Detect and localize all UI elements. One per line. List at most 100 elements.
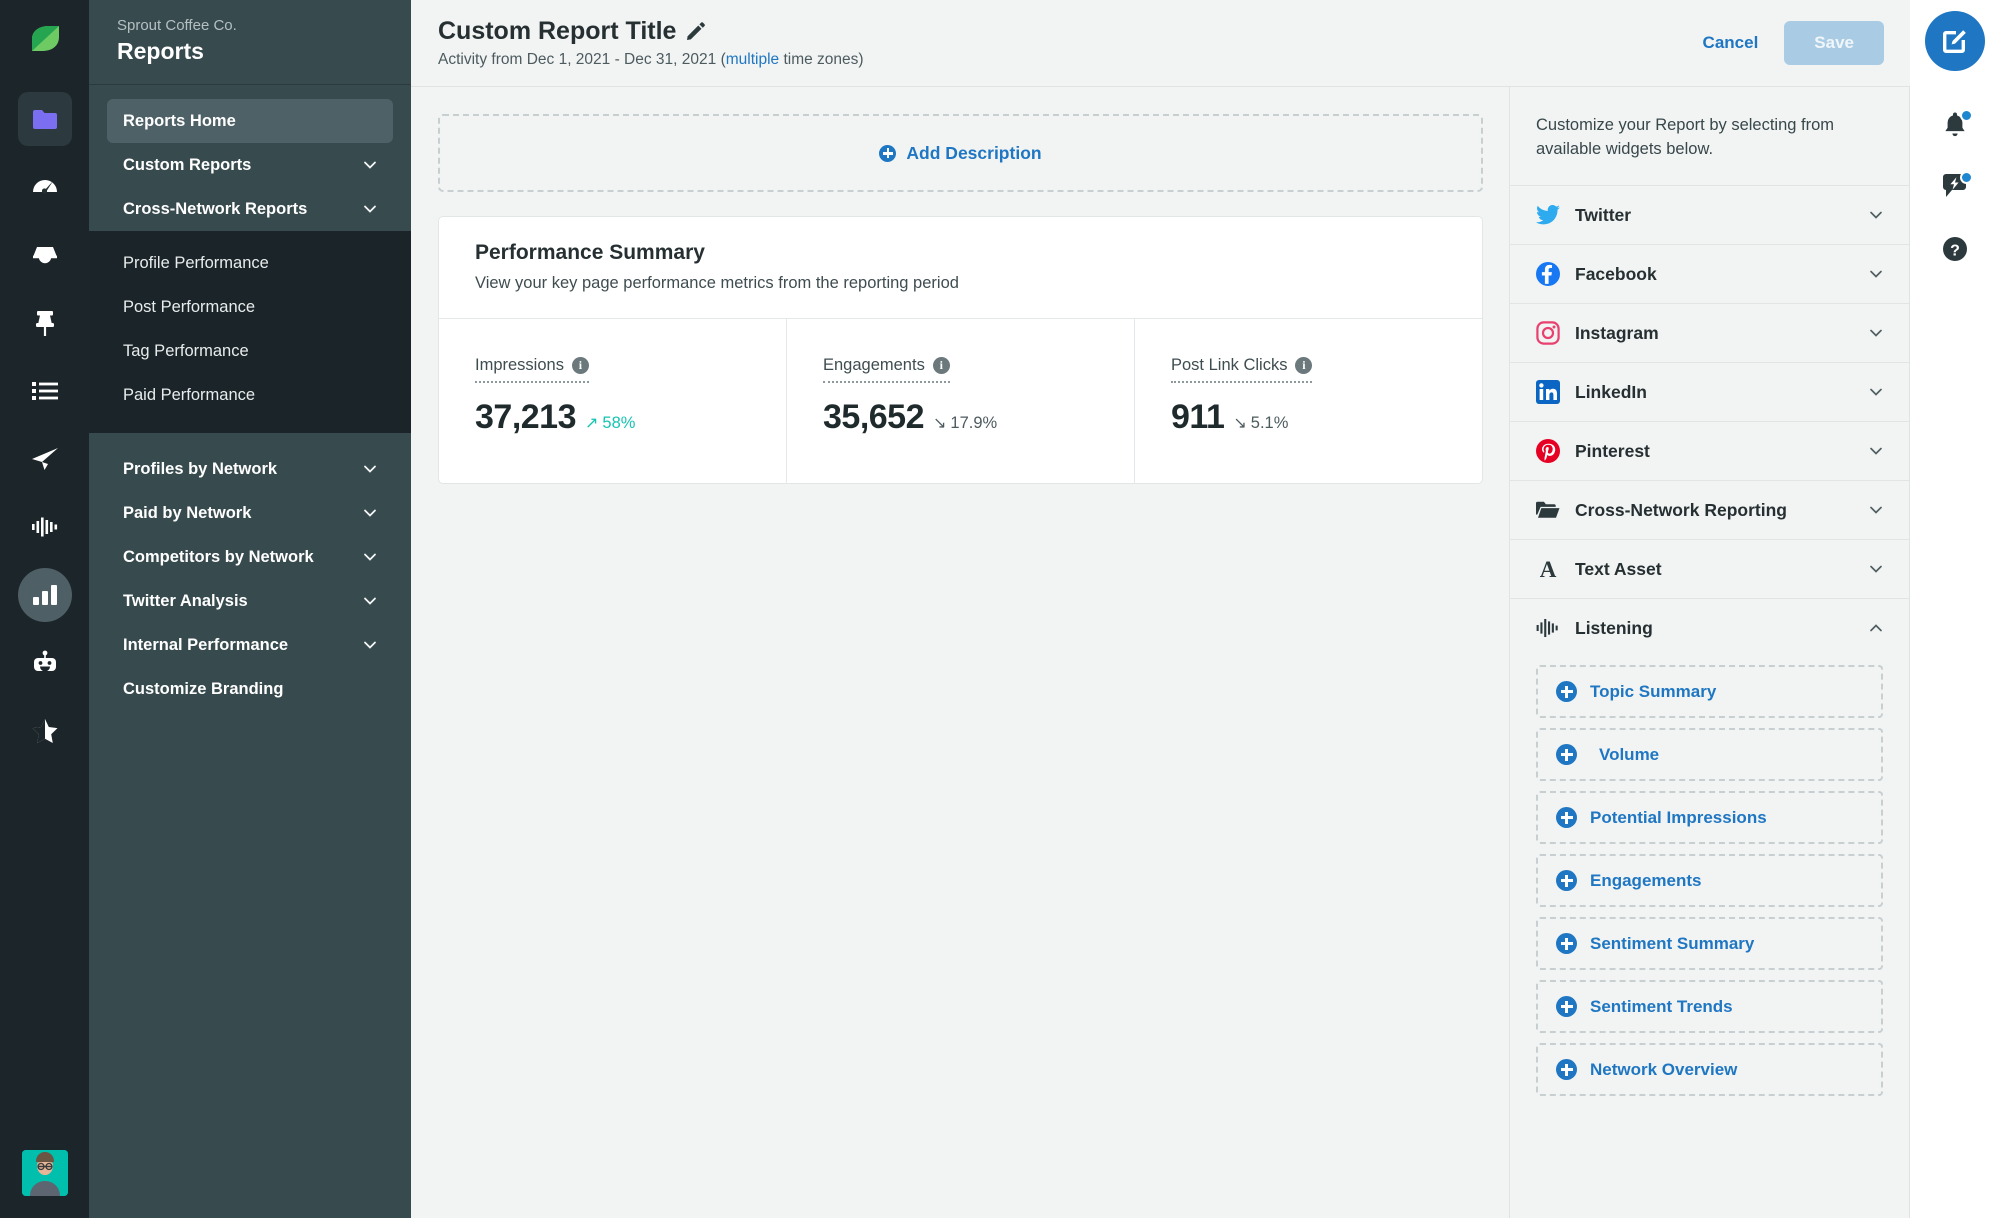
rail-item-send[interactable] [18, 432, 72, 486]
metric-value-row: 35,652 ↘ 17.9% [823, 397, 1098, 437]
help-button[interactable]: ? [1929, 223, 1981, 275]
widget-engagements[interactable]: Engagements [1536, 854, 1883, 907]
panel-section-instagram[interactable]: Instagram [1510, 303, 1909, 362]
sidebar-item-post-performance[interactable]: Post Performance [89, 285, 411, 329]
timezones-link[interactable]: multiple [726, 51, 779, 68]
add-description-button[interactable]: Add Description [438, 114, 1483, 192]
widget-topic-summary[interactable]: Topic Summary [1536, 665, 1883, 718]
panel-section-facebook[interactable]: Facebook [1510, 244, 1909, 303]
star-half-icon [31, 718, 59, 745]
metric-value: 37,213 [475, 397, 576, 437]
info-icon[interactable]: i [933, 357, 950, 374]
cancel-button[interactable]: Cancel [1685, 22, 1777, 64]
sidebar-item-profiles-by-network[interactable]: Profiles by Network [107, 447, 393, 491]
metric-delta: ↘ 5.1% [1233, 414, 1288, 433]
dashboard-gauge-icon [31, 173, 59, 201]
info-icon[interactable]: i [1295, 357, 1312, 374]
chevron-down-icon [1869, 208, 1883, 222]
plus-circle-icon [1556, 933, 1577, 954]
widget-description: View your key page performance metrics f… [475, 272, 1446, 294]
widget-potential-impressions[interactable]: Potential Impressions [1536, 791, 1883, 844]
add-description-label: Add Description [906, 143, 1041, 164]
robot-icon [31, 650, 59, 676]
global-icon-rail [0, 0, 89, 1218]
report-canvas: Add Description Performance Summary View… [411, 86, 1510, 1218]
sidebar-item-reports-home[interactable]: Reports Home [107, 99, 393, 143]
panel-section-cross-network-reporting[interactable]: Cross-Network Reporting [1510, 480, 1909, 539]
save-button[interactable]: Save [1784, 21, 1884, 65]
info-icon[interactable]: i [572, 357, 589, 374]
sprout-leaf-logo[interactable] [18, 16, 72, 70]
pinterest-icon [1536, 439, 1560, 463]
sidebar-item-label: Custom Reports [123, 154, 251, 176]
widget-label: Sentiment Trends [1590, 997, 1733, 1017]
sidebar-item-paid-performance[interactable]: Paid Performance [89, 373, 411, 417]
rail-item-dashboard[interactable] [18, 160, 72, 214]
plus-circle-icon [1556, 870, 1577, 891]
panel-section-label: Listening [1575, 617, 1854, 640]
panel-section-label: Twitter [1575, 204, 1854, 227]
widget-label: Potential Impressions [1590, 808, 1767, 828]
panel-section-text-asset[interactable]: A Text Asset [1510, 539, 1909, 598]
metric-label-row[interactable]: Engagements i [823, 355, 950, 383]
metric-impressions: Impressions i 37,213 ↗ 58% [439, 319, 787, 483]
panel-section-label: LinkedIn [1575, 381, 1854, 404]
metric-engagements: Engagements i 35,652 ↘ 17.9% [787, 319, 1135, 483]
metric-delta-value: 58% [602, 414, 635, 433]
rail-item-listening[interactable] [18, 500, 72, 554]
panel-section-label: Text Asset [1575, 558, 1854, 581]
chevron-down-icon [1869, 562, 1883, 576]
widget-label: Network Overview [1590, 1060, 1737, 1080]
chevron-down-icon [363, 550, 377, 564]
rail-item-pinned[interactable] [18, 296, 72, 350]
widget-volume[interactable]: Volume [1536, 728, 1883, 781]
metric-label-row[interactable]: Impressions i [475, 355, 589, 383]
widget-sentiment-trends[interactable]: Sentiment Trends [1536, 980, 1883, 1033]
rail-item-inbox[interactable] [18, 228, 72, 282]
metric-delta-value: 17.9% [950, 414, 997, 433]
chevron-down-icon [363, 506, 377, 520]
sidebar-item-customize-branding[interactable]: Customize Branding [107, 667, 393, 711]
metric-value: 911 [1171, 397, 1224, 437]
widget-sentiment-summary[interactable]: Sentiment Summary [1536, 917, 1883, 970]
user-avatar[interactable] [22, 1150, 68, 1196]
sidebar-item-cross-network-reports[interactable]: Cross-Network Reports [107, 187, 393, 231]
rail-item-bots[interactable] [18, 636, 72, 690]
metric-value-row: 37,213 ↗ 58% [475, 397, 750, 437]
chevron-down-icon [1869, 267, 1883, 281]
widget-title: Performance Summary [475, 239, 1446, 266]
sidebar-item-profile-performance[interactable]: Profile Performance [89, 241, 411, 285]
rail-item-reports[interactable] [18, 568, 72, 622]
rail-item-publishing[interactable] [18, 364, 72, 418]
sidebar-item-label: Profiles by Network [123, 458, 277, 480]
pushpin-icon [33, 309, 57, 337]
pencil-icon[interactable] [686, 22, 705, 41]
rail-item-reviews[interactable] [18, 704, 72, 758]
metric-delta: ↗ 58% [585, 414, 635, 433]
panel-section-linkedin[interactable]: LinkedIn [1510, 362, 1909, 421]
sidebar-item-custom-reports[interactable]: Custom Reports [107, 143, 393, 187]
plus-circle-icon [879, 145, 896, 162]
sound-wave-icon [1536, 616, 1560, 640]
chevron-up-icon [1869, 621, 1883, 635]
compose-button[interactable] [1925, 11, 1985, 71]
metric-post-link-clicks: Post Link Clicks i 911 ↘ 5.1% [1135, 319, 1482, 483]
sidebar-item-competitors-by-network[interactable]: Competitors by Network [107, 535, 393, 579]
twitter-icon [1536, 203, 1560, 227]
panel-section-twitter[interactable]: Twitter [1510, 185, 1909, 244]
panel-section-listening[interactable]: Listening [1510, 598, 1909, 657]
sidebar-item-internal-performance[interactable]: Internal Performance [107, 623, 393, 667]
metric-label-row[interactable]: Post Link Clicks i [1171, 355, 1312, 383]
panel-section-pinterest[interactable]: Pinterest [1510, 421, 1909, 480]
chevron-down-icon [363, 594, 377, 608]
widget-network-overview[interactable]: Network Overview [1536, 1043, 1883, 1096]
notifications-button[interactable] [1929, 99, 1981, 151]
sidebar-item-paid-by-network[interactable]: Paid by Network [107, 491, 393, 535]
rail-item-folder[interactable] [18, 92, 72, 146]
sidebar-item-twitter-analysis[interactable]: Twitter Analysis [107, 579, 393, 623]
whats-new-button[interactable] [1929, 161, 1981, 213]
widget-header: Performance Summary View your key page p… [439, 217, 1482, 319]
sidebar-item-tag-performance[interactable]: Tag Performance [89, 329, 411, 373]
panel-section-label: Pinterest [1575, 440, 1854, 463]
metric-label: Engagements [823, 355, 925, 376]
